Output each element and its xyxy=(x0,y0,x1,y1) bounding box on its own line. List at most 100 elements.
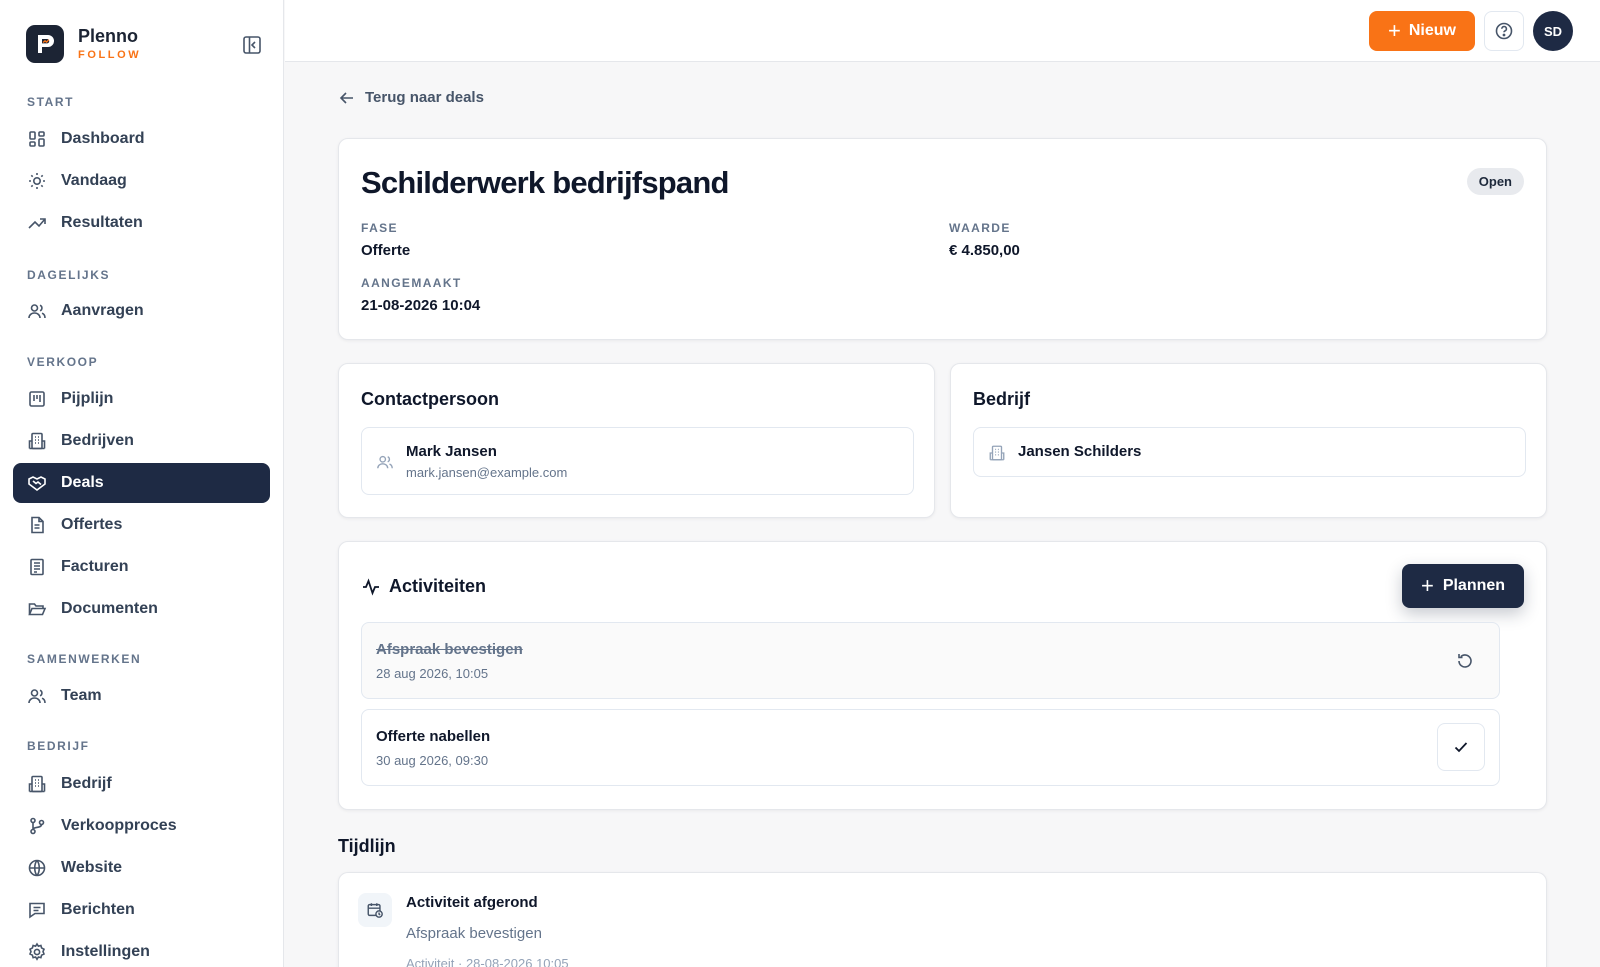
folder-open-icon xyxy=(27,599,47,619)
activity-date: 28 aug 2026, 10:05 xyxy=(376,666,489,681)
receipt-icon xyxy=(27,557,47,577)
activity-row[interactable]: Offerte nabellen 30 aug 2026, 09:30 xyxy=(361,709,1500,786)
handshake-icon xyxy=(27,473,47,493)
sidebar-item-aanvragen[interactable]: Aanvragen xyxy=(13,291,270,331)
aangemaakt-label: AANGEMAAKT xyxy=(361,276,462,290)
nav-section-bedrijf: BEDRIJF xyxy=(27,739,90,753)
sidebar-item-label: Resultaten xyxy=(61,214,143,231)
sidebar-item-label: Pijplijn xyxy=(61,390,114,407)
company-card: Bedrijf Jansen Schilders xyxy=(950,363,1547,518)
new-button[interactable]: + Nieuw xyxy=(1369,11,1475,51)
users-icon xyxy=(376,453,394,471)
help-button[interactable] xyxy=(1484,11,1524,51)
brand-subtitle: FOLLOW xyxy=(78,49,142,61)
timeline-heading: Tijdlijn xyxy=(338,836,396,856)
contact-email: mark.jansen@example.com xyxy=(406,465,568,480)
calendar-clock-icon xyxy=(358,893,392,927)
sidebar-item-label: Aanvragen xyxy=(61,302,144,319)
complete-activity-button[interactable] xyxy=(1437,723,1485,771)
fase-value: Offerte xyxy=(361,242,411,259)
sidebar-item-label: Deals xyxy=(61,474,104,491)
sidebar-item-instellingen[interactable]: Instellingen xyxy=(13,932,270,967)
nav-section-dagelijks: DAGELIJKS xyxy=(27,268,111,282)
help-icon xyxy=(1495,22,1513,40)
check-icon xyxy=(1454,742,1468,753)
timeline-item-subtitle: Afspraak bevestigen xyxy=(406,925,542,942)
building-icon xyxy=(27,774,47,794)
timeline-item-title: Activiteit afgerond xyxy=(406,894,538,911)
deal-summary-card: Schilderwerk bedrijfspand Open FASE Offe… xyxy=(338,138,1547,340)
sidebar-item-bedrijven[interactable]: Bedrijven xyxy=(13,421,270,461)
sidebar-item-label: Instellingen xyxy=(61,943,150,960)
timeline-card: Activiteit afgerond Afspraak bevestigen … xyxy=(338,872,1547,967)
waarde-value: € 4.850,00 xyxy=(949,242,1020,259)
undo-icon[interactable] xyxy=(1455,651,1475,671)
company-item[interactable]: Jansen Schilders xyxy=(973,427,1526,477)
back-link-label: Terug naar deals xyxy=(365,89,484,106)
sun-icon xyxy=(27,171,47,191)
activity-title: Afspraak bevestigen xyxy=(376,641,523,658)
sidebar: Plenno FOLLOW START Dashboard Vandaag Re… xyxy=(0,0,284,967)
company-name: Jansen Schilders xyxy=(1018,443,1142,460)
sidebar-item-facturen[interactable]: Facturen xyxy=(13,547,270,587)
sidebar-item-berichten[interactable]: Berichten xyxy=(13,890,270,930)
sidebar-item-vandaag[interactable]: Vandaag xyxy=(13,161,270,201)
plan-button-label: Plannen xyxy=(1442,577,1506,594)
sidebar-item-label: Documenten xyxy=(61,600,158,617)
sidebar-item-deals[interactable]: Deals xyxy=(13,463,270,503)
activity-row[interactable]: Afspraak bevestigen 28 aug 2026, 10:05 xyxy=(361,622,1500,699)
sidebar-item-offertes[interactable]: Offertes xyxy=(13,505,270,545)
fase-label: FASE xyxy=(361,221,398,235)
sidebar-item-label: Bedrijf xyxy=(61,775,112,792)
sidebar-item-resultaten[interactable]: Resultaten xyxy=(13,203,270,243)
sidebar-item-label: Bedrijven xyxy=(61,432,134,449)
activities-heading: Activiteiten xyxy=(361,576,486,597)
sidebar-item-label: Facturen xyxy=(61,558,129,575)
plus-icon: + xyxy=(1388,18,1401,43)
contact-person-item[interactable]: Mark Jansen mark.jansen@example.com xyxy=(361,427,914,495)
plan-activity-button[interactable]: + Plannen xyxy=(1402,564,1524,608)
contact-heading: Contactpersoon xyxy=(361,389,500,409)
sidebar-item-documenten[interactable]: Documenten xyxy=(13,589,270,629)
sidebar-item-website[interactable]: Website xyxy=(13,848,270,888)
brand-logo-icon xyxy=(26,25,64,63)
nav-section-verkoop: VERKOOP xyxy=(27,355,99,369)
plus-icon: + xyxy=(1420,573,1434,598)
collapse-sidebar-icon[interactable] xyxy=(241,34,263,56)
avatar[interactable]: SD xyxy=(1533,11,1573,51)
building-icon xyxy=(27,431,47,451)
file-text-icon xyxy=(27,515,47,535)
sidebar-item-bedrijf[interactable]: Bedrijf xyxy=(13,764,270,804)
sidebar-item-pijplijn[interactable]: Pijplijn xyxy=(13,379,270,419)
activities-card: Activiteiten + Plannen Afspraak bevestig… xyxy=(338,541,1547,810)
sidebar-item-label: Team xyxy=(61,687,102,704)
activity-date: 30 aug 2026, 09:30 xyxy=(376,753,489,768)
sidebar-item-label: Berichten xyxy=(61,901,135,918)
sidebar-item-team[interactable]: Team xyxy=(13,676,270,716)
status-badge: Open xyxy=(1466,168,1524,195)
activity-pulse-icon xyxy=(363,577,379,596)
timeline-item-meta: Activiteit · 28-08-2026 10:05 xyxy=(406,956,569,967)
contact-name: Mark Jansen xyxy=(406,443,497,460)
users-icon xyxy=(27,686,47,706)
globe-icon xyxy=(27,858,47,878)
users-icon xyxy=(27,301,47,321)
brand-name: Plenno xyxy=(78,26,139,46)
sidebar-item-label: Offertes xyxy=(61,516,123,533)
waarde-label: WAARDE xyxy=(949,221,1011,235)
page-title: Schilderwerk bedrijfspand xyxy=(361,165,729,200)
sidebar-item-verkoopproces[interactable]: Verkoopproces xyxy=(13,806,270,846)
activities-heading-label: Activiteiten xyxy=(389,576,487,596)
dashboard-icon xyxy=(27,129,47,149)
trending-up-icon xyxy=(27,213,47,233)
message-icon xyxy=(27,900,47,920)
aangemaakt-value: 21-08-2026 10:04 xyxy=(361,297,481,314)
git-branch-icon xyxy=(27,816,47,836)
back-to-deals-link[interactable]: Terug naar deals xyxy=(339,89,484,106)
sidebar-item-dashboard[interactable]: Dashboard xyxy=(13,119,270,159)
sidebar-item-label: Verkoopproces xyxy=(61,817,177,834)
sidebar-item-label: Website xyxy=(61,859,123,876)
brand[interactable]: Plenno FOLLOW xyxy=(26,25,141,63)
nav-section-start: START xyxy=(27,95,75,109)
sidebar-item-label: Dashboard xyxy=(61,130,145,147)
